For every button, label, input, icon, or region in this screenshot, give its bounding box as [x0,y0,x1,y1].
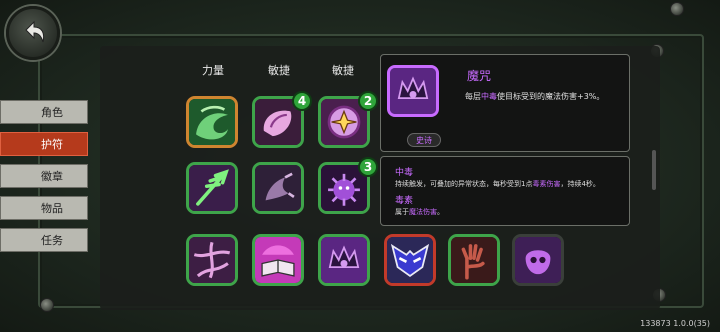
charm-slot-purple-skull[interactable] [512,234,564,286]
keyword-description: 属于魔法伤害。 [395,207,444,217]
tooltip-description: 每层中毒使目标受到的魔法伤害+3%。 [465,91,604,102]
sidebar-item-label: 物品 [41,202,63,215]
demon-mask-icon [387,237,433,283]
pink-web-icon [189,237,235,283]
keyword-description: 持续触发，可叠加的异常状态，每秒受到1点毒素伤害，持续4秒。 [395,179,600,189]
tooltip-charm-icon [387,65,439,117]
keyword-text: ，持续4秒。 [560,180,600,188]
purple-claw-icon [255,165,301,211]
sidebar-item-label: 徽章 [41,170,63,183]
charm-slot-pink-spellbook[interactable] [252,234,304,286]
charm-tooltip: 魔咒 每层中毒使目标受到的魔法伤害+3%。 史诗 [380,54,630,152]
keyword-text: 持续触发，可叠加的异常状态，每秒受到1点 [395,180,533,188]
charm-slot-purple-claw[interactable] [252,162,304,214]
sidebar-item-badge[interactable]: 徽章 [0,164,88,188]
rarity-badge: 史诗 [407,133,441,147]
purple-crown-icon [390,68,436,114]
tooltip-text: 使目标受到的魔法伤害+3%。 [497,92,605,101]
purple-crown-icon [321,237,367,283]
column-header-agility: 敏捷 [332,64,354,77]
keyword-text: 。 [437,208,444,216]
keyword-link: 魔法伤害 [409,208,437,216]
sidebar-item-label: 角色 [41,106,63,119]
charm-slot-green-spear[interactable] [186,162,238,214]
back-arrow-icon [25,20,45,43]
purple-skull-icon [515,237,561,283]
screw-decoration [670,2,684,16]
column-header-agility: 敏捷 [268,64,290,77]
sidebar-item-label: 任务 [41,234,63,247]
sidebar-item-quests[interactable]: 任务 [0,228,88,252]
charm-slot-demon-mask[interactable] [384,234,436,286]
keyword-heading: 毒素 [395,196,414,206]
sidebar-item-character[interactable]: 角色 [0,100,88,124]
charm-slot-green-swirl[interactable] [186,96,238,148]
column-header-strength: 力量 [202,64,224,77]
sidebar-item-charm[interactable]: 护符 [0,132,88,156]
keyword-text: 属于 [395,208,409,216]
sidebar-item-label: 护符 [41,138,63,151]
charm-slot-red-hand[interactable] [448,234,500,286]
screw-decoration [40,298,54,312]
charm-count-badge: 3 [358,157,378,177]
sidebar-item-items[interactable]: 物品 [0,196,88,220]
tooltip-text: 每层 [465,92,481,101]
keyword-link: 毒素伤害 [532,180,561,188]
green-spear-icon [189,165,235,211]
version-label: 133873 1.0.0(35) [640,319,710,328]
red-hand-icon [451,237,497,283]
keyword-tooltip: 中毒 持续触发，可叠加的异常状态，每秒受到1点毒素伤害，持续4秒。 毒素 属于魔… [380,156,630,226]
scrollbar[interactable] [652,150,656,190]
keyword-heading: 中毒 [395,168,414,178]
charm-count-badge: 2 [358,91,378,111]
charm-slot-pink-web[interactable] [186,234,238,286]
charm-count-badge: 4 [292,91,312,111]
tooltip-title: 魔咒 [467,69,492,83]
tooltip-keyword: 中毒 [481,92,497,101]
charm-slot-purple-crown[interactable] [318,234,370,286]
green-swirl-icon [189,99,235,145]
spellbook-icon [255,237,301,283]
back-button[interactable] [6,6,60,60]
